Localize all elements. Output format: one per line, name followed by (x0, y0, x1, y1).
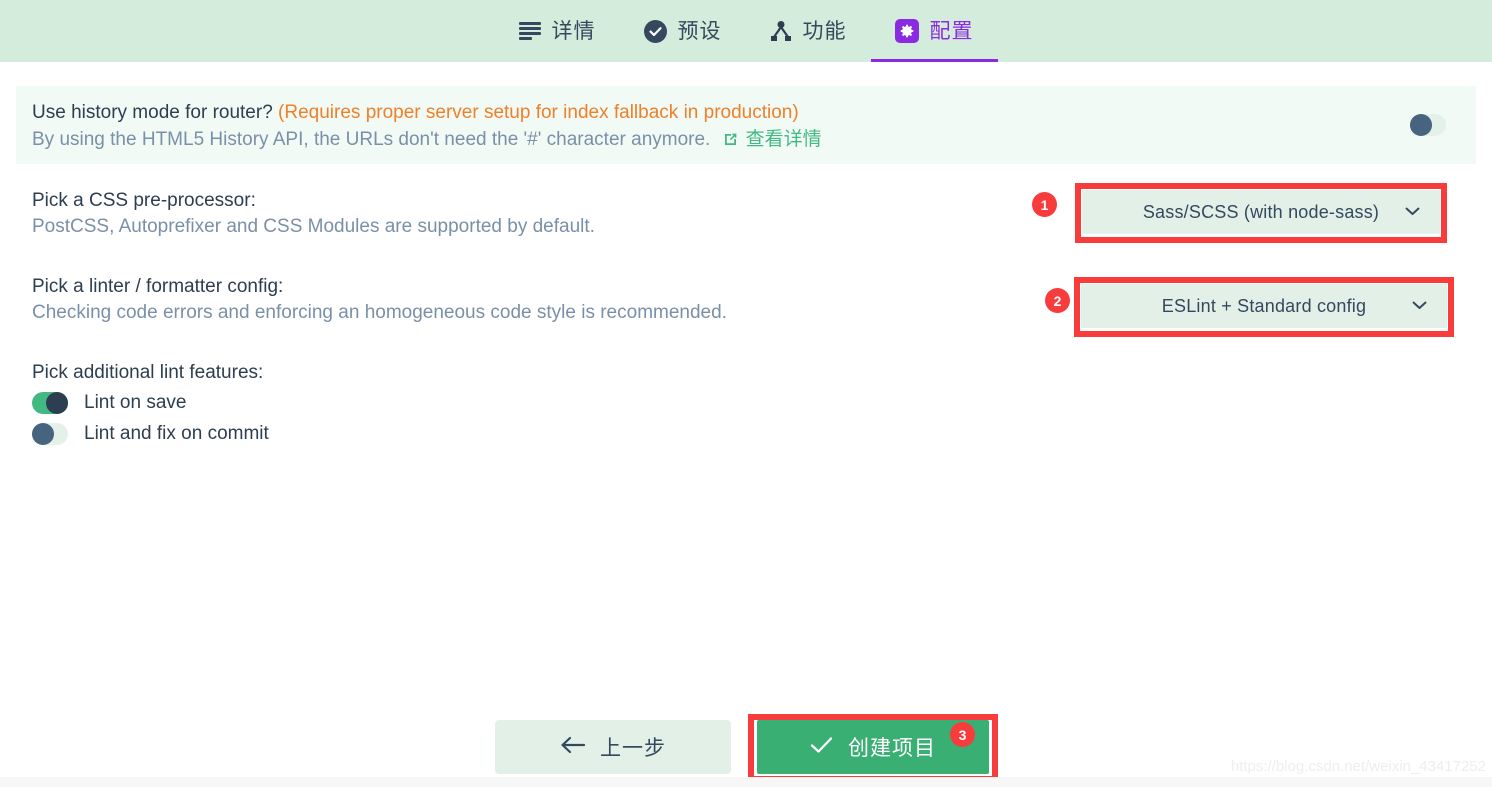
view-details-link[interactable]: 查看详情 (722, 129, 822, 150)
lint-on-save-toggle[interactable] (32, 392, 68, 414)
list-details-icon (518, 22, 541, 40)
lint-features-title: Pick additional lint features: (32, 362, 264, 383)
lint-fix-on-commit-label: Lint and fix on commit (84, 423, 269, 444)
css-preprocessor-selected-value: Sass/SCSS (with node-sass) (1142, 201, 1380, 222)
history-mode-question-line: Use history mode for router? (Requires p… (32, 100, 822, 126)
watermark-text: https://blog.csdn.net/weixin_43417252 (1230, 758, 1486, 775)
linter-config-option: Pick a linter / formatter config: Checki… (32, 274, 727, 326)
tab-bar: 详情 预设 功能 配置 (0, 0, 1492, 62)
lint-feature-lint-fix-on-commit[interactable]: Lint and fix on commit (32, 423, 269, 445)
css-preprocessor-select-wrap: Sass/SCSS (with node-sass) (1082, 190, 1440, 234)
gear-icon (894, 19, 919, 43)
linter-config-title: Pick a linter / formatter config: (32, 276, 284, 297)
history-mode-text: Use history mode for router? (Requires p… (32, 100, 822, 153)
tab-configuration-label: 配置 (929, 19, 974, 43)
history-mode-row: Use history mode for router? (Requires p… (16, 86, 1476, 164)
chevron-down-icon (1405, 203, 1420, 221)
arrow-left-icon (560, 736, 586, 759)
view-details-label: 查看详情 (745, 129, 822, 150)
tab-presets-label: 预设 (677, 19, 722, 43)
annotation-badge-3: 3 (950, 722, 975, 747)
check-circle-icon (643, 19, 667, 43)
history-mode-description: By using the HTML5 History API, the URLs… (32, 129, 711, 150)
toggle-knob (32, 423, 54, 445)
css-preprocessor-subtitle: PostCSS, Autoprefixer and CSS Modules ar… (32, 216, 595, 237)
css-preprocessor-option: Pick a CSS pre-processor: PostCSS, Autop… (32, 188, 595, 240)
history-mode-toggle[interactable] (1410, 114, 1446, 136)
tab-configuration[interactable]: 配置 (870, 0, 998, 62)
tab-presets[interactable]: 预设 (620, 0, 746, 62)
create-project-label: 创建项目 (848, 737, 936, 760)
back-button[interactable]: 上一步 (495, 720, 731, 774)
linter-config-selected-value: ESLint + Standard config (1161, 295, 1367, 316)
back-button-label: 上一步 (600, 737, 666, 760)
history-mode-warning: (Requires proper server setup for index … (278, 102, 799, 123)
page-body: Use history mode for router? (Requires p… (0, 62, 1492, 767)
history-mode-description-line: By using the HTML5 History API, the URLs… (32, 127, 822, 153)
css-preprocessor-select[interactable]: Sass/SCSS (with node-sass) (1082, 190, 1440, 234)
chevron-down-icon (1412, 297, 1427, 315)
tab-features-label: 功能 (802, 19, 847, 43)
node-hierarchy-icon (770, 21, 792, 41)
toggle-knob (46, 392, 68, 414)
css-preprocessor-title: Pick a CSS pre-processor: (32, 190, 256, 211)
lint-fix-on-commit-toggle[interactable] (32, 423, 68, 445)
bottom-strip (0, 777, 1492, 787)
annotation-badge-2: 2 (1045, 288, 1070, 313)
toggle-knob (1410, 114, 1432, 136)
check-icon (810, 736, 834, 759)
linter-config-select[interactable]: ESLint + Standard config (1081, 284, 1447, 328)
history-mode-question: Use history mode for router? (32, 102, 273, 123)
linter-config-subtitle: Checking code errors and enforcing an ho… (32, 302, 727, 323)
external-link-icon (722, 130, 739, 147)
lint-on-save-label: Lint on save (84, 392, 187, 413)
lint-feature-lint-on-save[interactable]: Lint on save (32, 392, 186, 414)
annotation-badge-1: 1 (1032, 192, 1057, 217)
linter-config-select-wrap: ESLint + Standard config (1081, 284, 1447, 328)
tab-details[interactable]: 详情 (495, 0, 620, 62)
tab-details-label: 详情 (551, 19, 596, 43)
tab-features[interactable]: 功能 (746, 0, 871, 62)
